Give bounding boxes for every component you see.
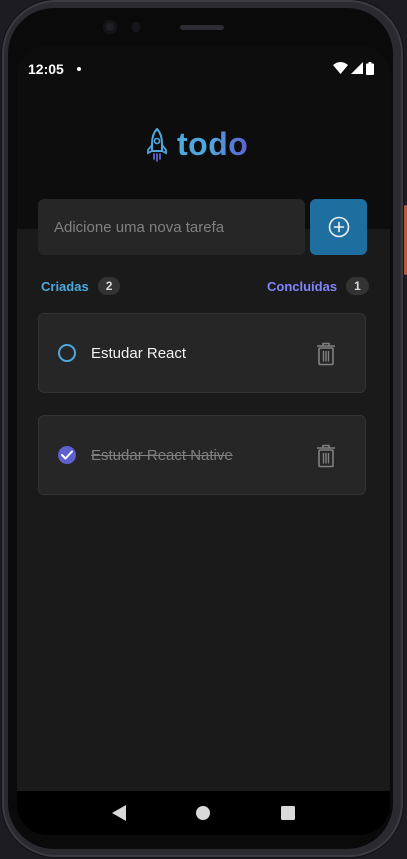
- created-counter: Criadas 2: [41, 277, 121, 295]
- circle-icon[interactable]: [58, 344, 76, 362]
- app-logo: todo: [146, 126, 248, 163]
- battery-icon: [366, 61, 374, 75]
- done-label: Concluídas: [267, 278, 338, 294]
- check-circle-icon[interactable]: [58, 446, 76, 464]
- back-triangle-icon[interactable]: [107, 801, 131, 825]
- checkmark-icon: [61, 450, 73, 460]
- trash-icon[interactable]: [316, 444, 336, 468]
- done-count-badge: 1: [346, 277, 369, 295]
- created-count-badge: 2: [97, 277, 121, 295]
- new-task-input[interactable]: [38, 199, 305, 255]
- done-counter: Concluídas 1: [267, 277, 390, 295]
- android-navigation-bar: [17, 791, 390, 835]
- task-item: Estudar React: [38, 313, 366, 393]
- status-time: 12:05: [28, 61, 64, 77]
- created-label: Criadas: [41, 278, 89, 294]
- front-camera: [103, 20, 117, 34]
- trash-icon[interactable]: [316, 342, 336, 366]
- recents-square-icon[interactable]: [276, 801, 300, 825]
- task-item: Estudar React Native: [38, 415, 366, 495]
- add-task-button[interactable]: [310, 199, 367, 255]
- wifi-icon: [333, 62, 348, 74]
- notification-dot-icon: [77, 67, 81, 71]
- task-text: Estudar React Native: [91, 447, 233, 464]
- proximity-sensor: [132, 22, 140, 32]
- plus-circle-icon: [328, 216, 349, 238]
- home-circle-icon[interactable]: [191, 801, 215, 825]
- status-icons: [333, 60, 374, 76]
- task-text: Estudar React: [91, 345, 187, 362]
- signal-icon: [351, 62, 363, 74]
- app-title: todo: [177, 126, 249, 162]
- rocket-icon: [147, 127, 167, 162]
- earpiece-speaker: [180, 25, 224, 30]
- app-screen: 12:05 todo Adicione uma nova tarefa Cria…: [17, 46, 390, 835]
